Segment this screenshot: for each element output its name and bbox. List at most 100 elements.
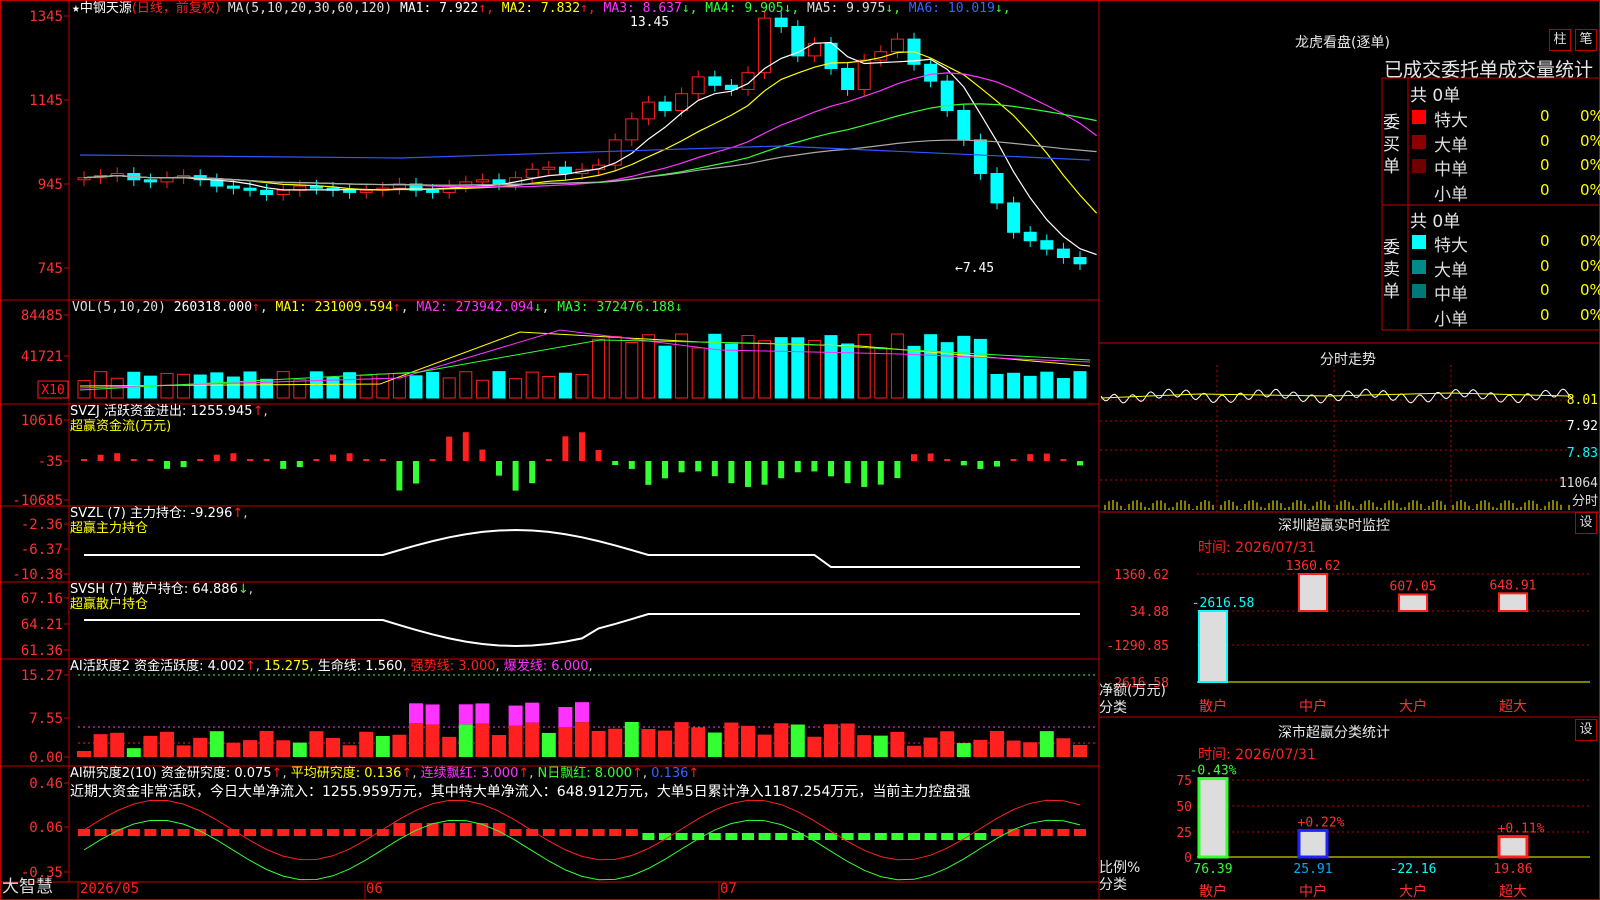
ai1-bar — [658, 730, 672, 757]
x-label-3: 07 — [720, 881, 737, 897]
ai2-bar — [924, 833, 937, 840]
period-mode[interactable]: (日线，前复权) — [132, 1, 220, 16]
ai1-bar — [458, 724, 473, 757]
fenshi-vol-label: 11064 — [1559, 476, 1598, 491]
class-settings-button[interactable]: 设 — [1575, 719, 1597, 741]
volume-bar — [658, 345, 672, 399]
svzj-bar — [761, 461, 768, 485]
monitor-y-label: 34.88 — [1130, 605, 1169, 620]
monitor-category: 中户 — [1299, 698, 1327, 715]
order-type: 大单 — [1434, 135, 1468, 156]
sz-class-xlabel: 分类 — [1099, 877, 1127, 893]
svzj-bar — [844, 461, 851, 484]
volume-bar — [724, 343, 738, 399]
ai1-bar-top — [409, 703, 423, 724]
buy-total: 共 0单 — [1410, 86, 1461, 106]
svzj-bar — [280, 461, 287, 469]
order-type: 特大 — [1434, 111, 1468, 131]
ai1-bar — [807, 736, 822, 757]
ai1-bar — [674, 722, 689, 757]
volume-bar — [791, 337, 805, 399]
ai1-bar-top — [558, 707, 573, 728]
volume-bar — [509, 378, 523, 399]
vol-value: 260318.000 — [173, 300, 253, 315]
ai1-bar — [359, 731, 374, 757]
ai1-bar-top — [525, 702, 540, 723]
svzj-subtitle: 超赢资金流(万元) — [70, 419, 172, 434]
monitor-bar — [1298, 573, 1328, 612]
ai1-bar — [641, 729, 656, 757]
ai2-bar — [443, 823, 456, 836]
volume-bar — [492, 371, 506, 399]
monitor-settings-button[interactable]: 设 — [1575, 512, 1597, 534]
tick-mode-button[interactable]: 笔 — [1575, 29, 1597, 51]
svzj-bar — [595, 450, 602, 461]
ma2-line — [83, 51, 1098, 214]
svzj-bar — [545, 459, 552, 461]
candle — [276, 189, 290, 196]
volume-bar — [1040, 371, 1054, 399]
ai1-bar — [890, 731, 905, 757]
class-y-label: 0 — [1184, 851, 1192, 866]
ai1-bar — [1056, 738, 1071, 757]
ma-value-1: MA1: 7.922 — [400, 1, 479, 16]
ai2-bar — [974, 833, 987, 840]
candle — [260, 189, 274, 196]
candle — [1007, 202, 1021, 233]
svzj-bar — [462, 432, 469, 461]
svzj-bar — [446, 436, 453, 461]
volume-bar — [708, 333, 722, 399]
order-pct: 0% — [1580, 180, 1600, 199]
stock-name[interactable]: 中钢天源 — [80, 1, 132, 16]
class-value-label: -22.16 — [1390, 862, 1437, 877]
volume-bar — [143, 375, 157, 399]
monitor-category: 散户 — [1199, 698, 1227, 715]
ai1-bar-top — [458, 704, 473, 725]
class-value-label: 76.39 — [1193, 862, 1232, 877]
sell-row: 特大 0 0% — [1408, 230, 1600, 256]
ai2-bar — [177, 829, 190, 836]
ai1-bar — [575, 722, 589, 757]
order-pct: 0% — [1580, 281, 1600, 299]
volume-bar — [459, 371, 473, 399]
ai1-bar — [93, 734, 108, 757]
volume-bar — [475, 379, 489, 399]
color-swatch — [1412, 134, 1426, 149]
volume-bar — [1007, 372, 1021, 399]
ai1-bar — [940, 731, 955, 757]
ai2-bar — [1040, 829, 1053, 836]
volume-bar — [641, 334, 655, 399]
svzj-bar — [579, 432, 585, 461]
ai2-bar — [293, 829, 306, 836]
ma-value-6: MA6: 10.019 — [900, 1, 995, 16]
ai1-bar-top — [475, 703, 490, 724]
ai2-bar — [775, 833, 788, 840]
kline-y-label: 945 — [38, 177, 63, 193]
ai2-bar — [360, 829, 373, 836]
svzj-bar — [645, 461, 652, 485]
candle — [791, 26, 805, 57]
bar-mode-button[interactable]: 柱 — [1549, 29, 1571, 51]
ai1-bar — [342, 745, 357, 757]
monitor-y-label: 1360.62 — [1114, 568, 1169, 583]
candle — [1056, 248, 1070, 259]
ai2-bar — [642, 833, 655, 840]
monitor-category: 大户 — [1399, 698, 1427, 715]
chart-canvas: 1345 1145 945 745 84485 41721 10616 -35 -10685 -2… — [0, 0, 1600, 900]
ai2-bar — [509, 829, 522, 836]
vol-y-label: 84485 — [21, 308, 63, 324]
svzj-bar — [379, 459, 386, 461]
volume-bar — [442, 377, 456, 399]
ai1-bar-top — [575, 702, 589, 723]
ai2-bar — [908, 833, 920, 840]
candle — [359, 189, 373, 193]
sell-total: 共 0单 — [1410, 212, 1461, 232]
ai1-bar — [724, 722, 739, 757]
ai2-bar — [526, 829, 539, 836]
ai2-bar — [94, 829, 107, 836]
volume-bar — [957, 335, 971, 399]
monitor-y-label: -1290.85 — [1106, 639, 1169, 654]
ai1-bar — [907, 745, 921, 757]
ai1-bar — [209, 731, 224, 757]
svzj-bar — [894, 461, 901, 479]
